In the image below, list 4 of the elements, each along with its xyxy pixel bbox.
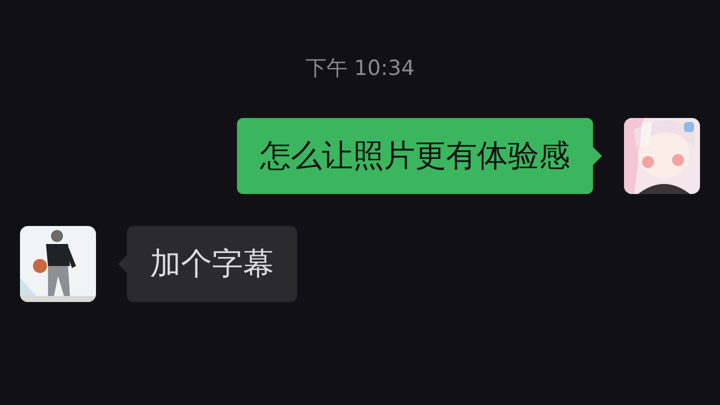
- message-bubble: 怎么让照片更有体验感: [237, 118, 593, 194]
- timestamp: 下午 10:34: [305, 55, 415, 82]
- bubble-tail: [593, 147, 602, 165]
- message-bubble: 加个字幕: [127, 226, 297, 302]
